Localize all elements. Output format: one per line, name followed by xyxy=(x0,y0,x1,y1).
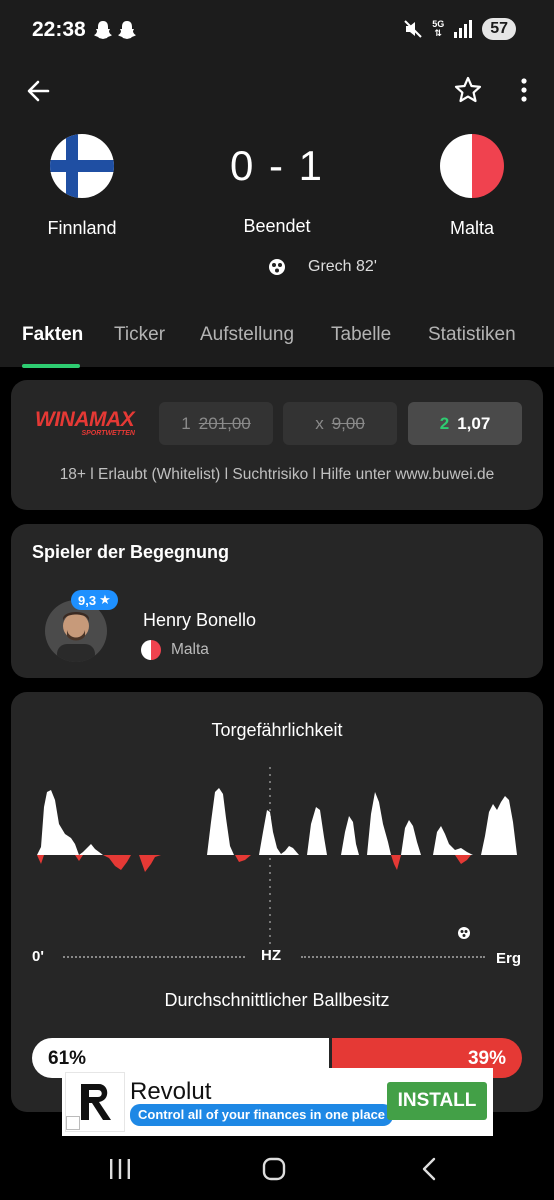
battery-level: 57 xyxy=(482,18,516,40)
status-bar: 22:38 5G ⇅ 57 xyxy=(0,0,554,62)
ad-tagline: Control all of your finances in one plac… xyxy=(130,1104,394,1126)
install-button[interactable]: INSTALL xyxy=(387,1082,487,1120)
odd-away-label: 2 xyxy=(439,413,450,433)
player-rating-value: 9,3 xyxy=(78,592,97,608)
odd-draw-value: 9,00 xyxy=(331,413,365,433)
malta-flag-icon xyxy=(141,640,161,660)
tab-fakten[interactable]: Fakten xyxy=(22,324,83,346)
back-nav-icon[interactable] xyxy=(420,1157,438,1181)
rating-star-icon: ★ xyxy=(99,592,111,607)
odd-home-label: 1 xyxy=(181,413,191,433)
system-nav-bar xyxy=(0,1140,554,1200)
player-name: Henry Bonello xyxy=(143,610,257,630)
momentum-card: Torgefährlichkeit 0' HZ Erg Durchschnitt… xyxy=(11,692,543,1112)
bookmaker-sub: SPORTWETTEN xyxy=(81,430,135,437)
momentum-graph[interactable] xyxy=(11,752,543,952)
odd-draw-label: x xyxy=(315,413,324,433)
ad-brand: Revolut xyxy=(130,1078,212,1105)
tab-tabelle[interactable]: Tabelle xyxy=(331,324,391,346)
goal-scorer: Grech 82' xyxy=(308,258,377,275)
tab-aufstellung[interactable]: Aufstellung xyxy=(200,324,294,346)
timeline-dots-second-half xyxy=(301,956,485,958)
more-menu-icon[interactable] xyxy=(516,76,532,104)
odd-home[interactable]: 1 201,00 xyxy=(159,402,273,445)
odd-away[interactable]: 2 1,07 xyxy=(408,402,522,445)
goal-event: Grech 82' xyxy=(268,258,377,276)
network-type: 5G ⇅ xyxy=(432,19,445,38)
away-team[interactable]: Malta xyxy=(402,134,542,239)
timeline-dots-first-half xyxy=(63,956,245,958)
odd-away-value: 1,07 xyxy=(457,413,491,433)
gambling-disclaimer[interactable]: 18+ l Erlaubt (Whitelist) l Suchtrisiko … xyxy=(11,466,543,484)
football-icon xyxy=(269,259,285,275)
tab-bar: Fakten Ticker Aufstellung Tabelle Statis… xyxy=(0,324,554,368)
odd-draw[interactable]: x 9,00 xyxy=(283,402,397,445)
match-header: Finnland 0 - 1 Beendet Malta Grech 82' F… xyxy=(0,62,554,368)
bookmaker-logo[interactable]: WINAMAX SPORTWETTEN xyxy=(35,408,147,438)
home-icon[interactable] xyxy=(262,1157,286,1181)
recent-apps-icon[interactable] xyxy=(108,1158,132,1180)
back-arrow-icon[interactable] xyxy=(26,78,52,104)
malta-flag-icon xyxy=(440,134,504,198)
player-team: Malta xyxy=(141,640,209,660)
timeline-start: 0' xyxy=(32,948,44,965)
tab-ticker[interactable]: Ticker xyxy=(114,324,165,346)
snapchat-icon xyxy=(94,21,112,39)
player-of-match-card[interactable]: Spieler der Begegnung 9,3 ★ Henry Bonell… xyxy=(11,524,543,678)
bookmaker-name: WINAMAX xyxy=(35,408,135,431)
momentum-title: Torgefährlichkeit xyxy=(211,720,343,740)
possession-title: Durchschnittlicher Ballbesitz xyxy=(164,990,390,1010)
status-time: 22:38 xyxy=(32,18,86,41)
ad-info-icon[interactable] xyxy=(66,1116,80,1130)
timeline-halftime: HZ xyxy=(261,947,281,964)
favorite-star-icon[interactable] xyxy=(454,76,482,104)
section-title: Spieler der Begegnung xyxy=(32,542,230,562)
timeline-end: Erg xyxy=(496,950,522,967)
signal-icon xyxy=(454,20,473,38)
goal-marker-icon xyxy=(457,926,471,945)
player-team-name: Malta xyxy=(171,641,209,658)
away-team-name: Malta xyxy=(449,218,494,238)
mute-icon xyxy=(404,20,422,38)
ad-banner[interactable]: Revolut Control all of your finances in … xyxy=(62,1068,493,1136)
tab-indicator xyxy=(22,364,80,368)
player-rating: 9,3 ★ xyxy=(71,590,118,610)
snapchat-icon xyxy=(118,21,136,39)
odds-card: WINAMAX SPORTWETTEN 1 201,00 x 9,00 2 1,… xyxy=(11,380,543,510)
odd-home-value: 201,00 xyxy=(198,413,251,433)
tab-statistiken[interactable]: Statistiken xyxy=(428,324,516,346)
